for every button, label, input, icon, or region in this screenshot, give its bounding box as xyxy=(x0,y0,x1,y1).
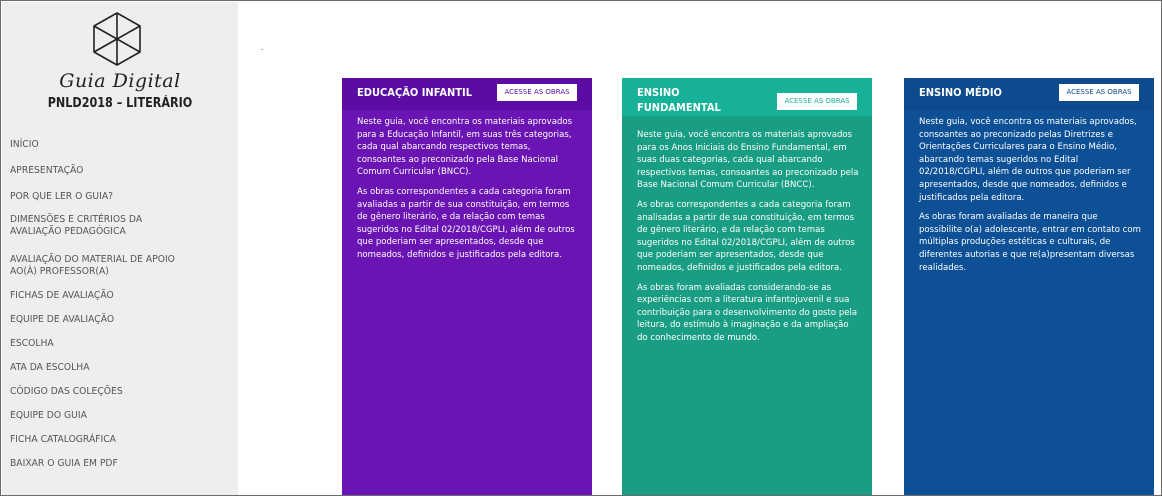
cube-logo-icon[interactable] xyxy=(88,10,146,68)
card-header: ENSINO FUNDAMENTAL ACESSE AS OBRAS xyxy=(622,78,872,116)
card-body: Neste guia, você encontra os materiais a… xyxy=(637,129,869,352)
sidebar-nav: INÍCIO APRESENTAÇÃO POR QUE LER O GUIA? … xyxy=(10,139,210,482)
card-title: ENSINO FUNDAMENTAL xyxy=(637,86,721,114)
main-content: EDUCAÇÃO INFANTIL ACESSE AS OBRAS Neste … xyxy=(239,2,1161,495)
sidebar-item-inicio[interactable]: INÍCIO xyxy=(10,139,210,165)
card-title: ENSINO MÉDIO xyxy=(919,86,1002,99)
card-paragraph: As obras correspondentes a cada categori… xyxy=(637,199,855,273)
sidebar-item-equipe-avaliacao[interactable]: EQUIPE DE AVALIAÇÃO xyxy=(10,314,210,338)
card-body: Neste guia, você encontra os materiais a… xyxy=(357,116,589,269)
sidebar-item-escolha[interactable]: ESCOLHA xyxy=(10,338,210,362)
card-body: Neste guia, você encontra os materiais a… xyxy=(919,116,1151,281)
divider-dot xyxy=(261,49,263,50)
acesse-obras-button[interactable]: ACESSE AS OBRAS xyxy=(1059,84,1139,101)
card-paragraph: Neste guia, você encontra os materiais a… xyxy=(637,130,859,191)
card-paragraph: As obras correspondentes a cada categori… xyxy=(357,186,575,260)
card-ensino-medio: ENSINO MÉDIO ACESSE AS OBRAS Neste guia,… xyxy=(904,78,1154,495)
sidebar-item-equipe-guia[interactable]: EQUIPE DO GUIA xyxy=(10,410,210,434)
sidebar-item-por-que-ler[interactable]: POR QUE LER O GUIA? xyxy=(10,191,210,214)
sidebar-item-baixar-pdf[interactable]: BAIXAR O GUIA EM PDF xyxy=(10,458,210,482)
brand-subtitle: PNLD2018 – LITERÁRIO xyxy=(47,96,193,111)
sidebar: Guia Digital PNLD2018 – LITERÁRIO INÍCIO… xyxy=(2,2,238,495)
sidebar-item-dimensoes[interactable]: DIMENSÕES E CRITÉRIOS DA AVALIAÇÃO PEDAGÓ… xyxy=(10,214,210,254)
page-frame: Guia Digital PNLD2018 – LITERÁRIO INÍCIO… xyxy=(0,0,1162,496)
card-paragraph: As obras foram avaliadas considerando-se… xyxy=(637,282,858,343)
card-paragraph: Neste guia, você encontra os materiais a… xyxy=(919,117,1137,203)
card-paragraph: Neste guia, você encontra os materiais a… xyxy=(357,117,573,178)
sidebar-item-avaliacao-material[interactable]: AVALIAÇÃO DO MATERIAL DE APOIO AO(À) PROF… xyxy=(10,254,210,290)
sidebar-item-codigo-colecoes[interactable]: CÓDIGO DAS COLEÇÕES xyxy=(10,386,210,410)
card-header: EDUCAÇÃO INFANTIL ACESSE AS OBRAS xyxy=(342,78,592,110)
brand-title: Guia Digital xyxy=(59,70,181,92)
sidebar-item-ata-escolha[interactable]: ATA DA ESCOLHA xyxy=(10,362,210,386)
card-ensino-fundamental: ENSINO FUNDAMENTAL ACESSE AS OBRAS Neste… xyxy=(622,78,872,495)
card-educacao-infantil: EDUCAÇÃO INFANTIL ACESSE AS OBRAS Neste … xyxy=(342,78,592,495)
acesse-obras-button[interactable]: ACESSE AS OBRAS xyxy=(777,93,857,110)
acesse-obras-button[interactable]: ACESSE AS OBRAS xyxy=(497,84,577,101)
card-title: EDUCAÇÃO INFANTIL xyxy=(357,86,473,99)
sidebar-item-ficha-catalografica[interactable]: FICHA CATALOGRÁFICA xyxy=(10,434,210,458)
sidebar-item-apresentacao[interactable]: APRESENTAÇÃO xyxy=(10,165,210,191)
card-header: ENSINO MÉDIO ACESSE AS OBRAS xyxy=(904,78,1154,110)
card-paragraph: As obras foram avaliadas de maneira que … xyxy=(919,212,1141,273)
sidebar-item-fichas-avaliacao[interactable]: FICHAS DE AVALIAÇÃO xyxy=(10,290,210,314)
